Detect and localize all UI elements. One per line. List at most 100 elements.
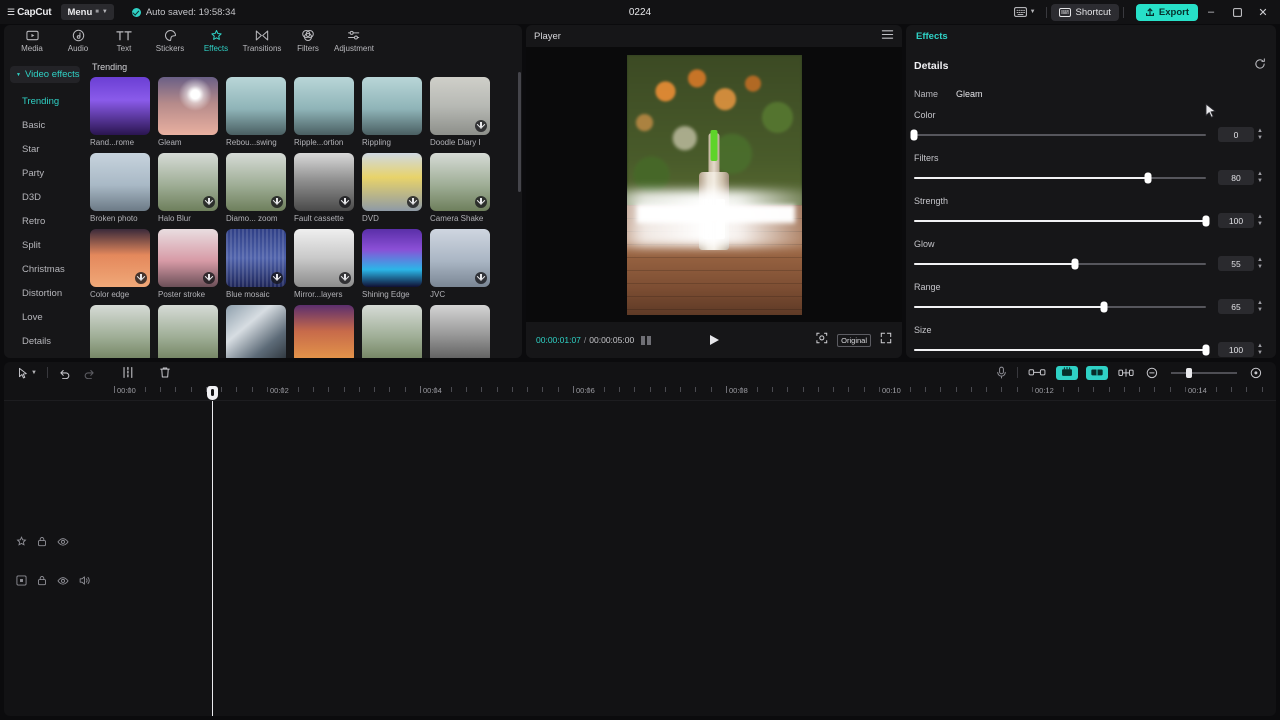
stepper-down-icon[interactable]: ▼ [1257, 221, 1263, 227]
category-retro[interactable]: Retro [4, 209, 86, 233]
stepper-up-icon[interactable]: ▲ [1257, 257, 1263, 263]
effect-card[interactable]: Diamo... zoom [226, 153, 294, 223]
download-icon[interactable] [135, 272, 147, 284]
lock-icon[interactable] [37, 536, 47, 547]
parameter-stepper[interactable]: ▲ ▼ [1257, 128, 1263, 141]
effect-thumbnail[interactable] [362, 77, 422, 135]
effect-thumbnail[interactable] [430, 153, 490, 211]
parameter-stepper[interactable]: ▲ ▼ [1257, 300, 1263, 313]
parameter-slider-knob[interactable] [1202, 344, 1210, 355]
stepper-up-icon[interactable]: ▲ [1257, 300, 1263, 306]
download-icon[interactable] [407, 196, 419, 208]
parameter-value-input[interactable]: 0 [1218, 127, 1254, 142]
effect-thumbnail[interactable] [226, 77, 286, 135]
effect-thumbnail[interactable] [294, 77, 354, 135]
minimize-button[interactable]: – [1198, 0, 1224, 24]
eye-icon[interactable] [57, 576, 69, 586]
effect-card[interactable]: Fault cassette [294, 153, 362, 223]
parameter-value-input[interactable]: 100 [1218, 342, 1254, 357]
delete-button[interactable] [153, 366, 177, 379]
effects-scrollbar[interactable] [518, 72, 521, 192]
effect-card[interactable] [294, 305, 362, 358]
auto-frame-button[interactable] [1056, 365, 1078, 380]
adjust-clip-button[interactable] [1112, 368, 1140, 378]
fullscreen-icon[interactable] [880, 331, 892, 349]
effects-icon[interactable] [16, 536, 27, 547]
effect-thumbnail[interactable] [158, 305, 218, 358]
download-icon[interactable] [339, 272, 351, 284]
tab-stickers[interactable]: Stickers [148, 26, 192, 56]
effect-thumbnail[interactable] [294, 229, 354, 287]
effect-card[interactable]: Gleam [158, 77, 226, 147]
playhead-handle[interactable] [207, 386, 218, 400]
parameter-value-input[interactable]: 65 [1218, 299, 1254, 314]
download-icon[interactable] [203, 196, 215, 208]
effect-thumbnail[interactable] [158, 77, 218, 135]
tab-effects[interactable]: Effects [194, 26, 238, 56]
effect-thumbnail[interactable] [294, 305, 354, 358]
download-icon[interactable] [271, 196, 283, 208]
effect-card[interactable] [90, 305, 158, 358]
effect-card[interactable]: Color edge [90, 229, 158, 299]
stepper-up-icon[interactable]: ▲ [1257, 128, 1263, 134]
category-love[interactable]: Love [4, 305, 86, 329]
tab-media[interactable]: Media [10, 26, 54, 56]
category-distortion[interactable]: Distortion [4, 281, 86, 305]
effect-thumbnail[interactable] [158, 229, 218, 287]
mirror-button[interactable] [1086, 365, 1108, 380]
parameter-slider-knob[interactable] [1202, 215, 1210, 226]
speaker-icon[interactable] [79, 575, 91, 586]
category-d3d[interactable]: D3D [4, 185, 86, 209]
lock-icon[interactable] [37, 575, 47, 586]
parameter-value-input[interactable]: 55 [1218, 256, 1254, 271]
preview-canvas[interactable] [626, 54, 802, 315]
effect-card[interactable] [158, 305, 226, 358]
layout-button[interactable]: ▼ [1008, 0, 1042, 24]
category-split[interactable]: Split [4, 233, 86, 257]
parameter-stepper[interactable]: ▲ ▼ [1257, 171, 1263, 184]
parameter-slider[interactable] [914, 258, 1206, 269]
parameter-value-input[interactable]: 100 [1218, 213, 1254, 228]
effect-card[interactable]: Poster stroke [158, 229, 226, 299]
effect-thumbnail[interactable] [158, 153, 218, 211]
download-icon[interactable] [475, 196, 487, 208]
effect-card[interactable]: Rippling [362, 77, 430, 147]
stepper-down-icon[interactable]: ▼ [1257, 135, 1263, 141]
reset-icon[interactable] [1254, 57, 1266, 75]
category-star[interactable]: Star [4, 137, 86, 161]
category-party[interactable]: Party [4, 161, 86, 185]
effect-card[interactable]: Rand...rome [90, 77, 158, 147]
parameter-slider-knob[interactable] [1100, 301, 1108, 312]
parameter-slider[interactable] [910, 129, 1206, 140]
stepper-up-icon[interactable]: ▲ [1257, 171, 1263, 177]
effect-card[interactable]: Shining Edge [362, 229, 430, 299]
close-button[interactable]: ✕ [1250, 0, 1276, 24]
parameter-slider[interactable] [914, 215, 1210, 226]
parameter-stepper[interactable]: ▲ ▼ [1257, 214, 1263, 227]
effect-card[interactable]: Mirror...layers [294, 229, 362, 299]
stepper-down-icon[interactable]: ▼ [1257, 350, 1263, 356]
effect-thumbnail[interactable] [430, 229, 490, 287]
parameter-slider[interactable] [914, 301, 1206, 312]
tab-audio[interactable]: Audio [56, 26, 100, 56]
tab-transitions[interactable]: Transitions [240, 26, 284, 56]
effect-thumbnail[interactable] [430, 77, 490, 135]
effect-thumbnail[interactable] [226, 153, 286, 211]
category-basic[interactable]: Basic [4, 113, 86, 137]
category-header-video-effects[interactable]: ▼ Video effects [10, 66, 80, 83]
play-icon[interactable] [709, 335, 719, 345]
zoom-out-button[interactable] [1140, 367, 1164, 379]
parameter-stepper[interactable]: ▲ ▼ [1257, 257, 1263, 270]
effect-card[interactable]: Camera Shake [430, 153, 498, 223]
menu-button[interactable]: Menu ■ ▼ [61, 4, 114, 20]
eye-icon[interactable] [57, 537, 69, 547]
effect-card[interactable]: Blue mosaic [226, 229, 294, 299]
effect-card[interactable] [362, 305, 430, 358]
record-voiceover-button[interactable] [990, 366, 1013, 379]
stepper-up-icon[interactable]: ▲ [1257, 343, 1263, 349]
download-icon[interactable] [475, 120, 487, 132]
maximize-button[interactable] [1224, 0, 1250, 24]
stepper-down-icon[interactable]: ▼ [1257, 307, 1263, 313]
effect-card[interactable]: Doodle Diary I [430, 77, 498, 147]
crop-icon[interactable] [816, 331, 828, 349]
